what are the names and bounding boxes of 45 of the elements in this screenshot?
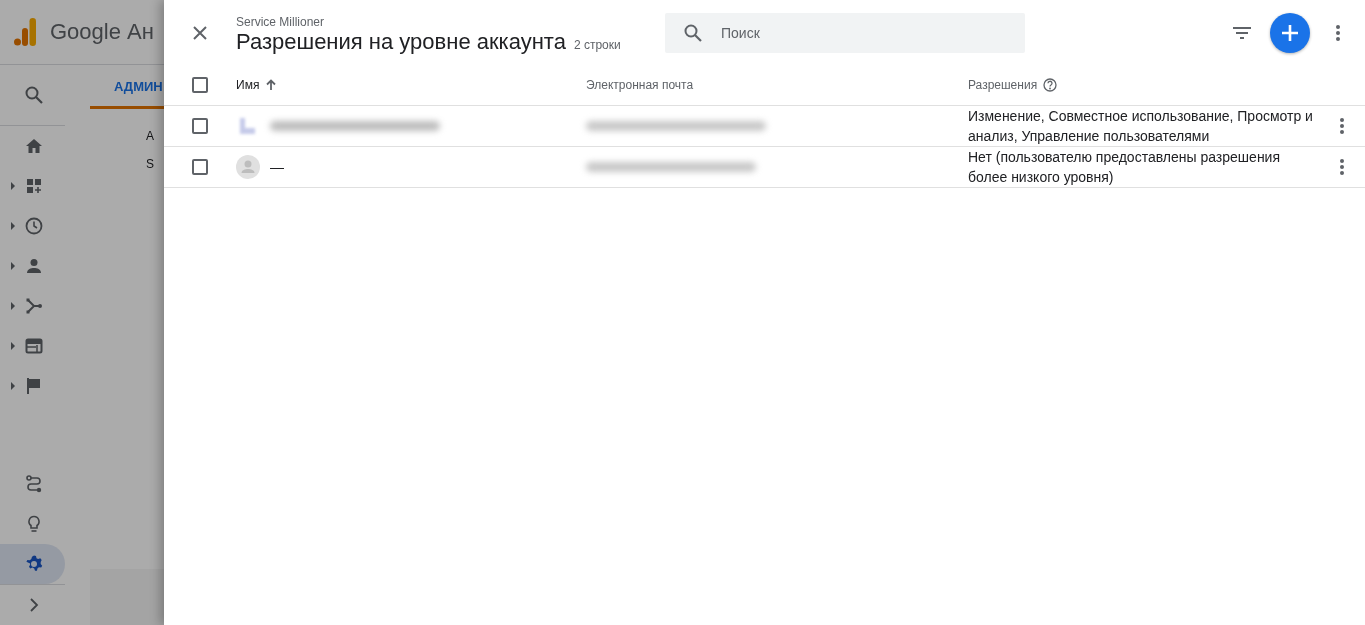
plus-icon	[1281, 23, 1299, 42]
column-header[interactable]: Разрешения	[968, 78, 1058, 92]
account-name: Service Millioner	[236, 14, 326, 29]
admin-tab[interactable]: АДМИН	[90, 65, 164, 109]
permissions-text: Изменение, Совместное использование, Просмотр и анализ, Управление пользователями	[968, 107, 1314, 146]
row-checkbox[interactable]	[192, 159, 208, 175]
expand-arrow-icon[interactable]	[11, 222, 15, 230]
clock-icon[interactable]	[24, 216, 44, 236]
row-checkbox[interactable]	[192, 118, 208, 134]
row-count: 2 строки	[573, 37, 621, 52]
avatar-icon	[236, 155, 260, 179]
expand-arrow-icon[interactable]	[11, 342, 15, 350]
expand-arrow-icon[interactable]	[11, 382, 15, 390]
more-icon	[1340, 118, 1344, 134]
person-icon[interactable]	[24, 256, 44, 276]
route-icon[interactable]	[24, 474, 44, 494]
search-icon	[683, 22, 703, 43]
selected-nav-item[interactable]	[0, 544, 65, 584]
search-icon[interactable]	[24, 85, 44, 105]
window-icon[interactable]	[24, 336, 44, 356]
help-icon[interactable]	[1043, 78, 1058, 92]
expand-arrow-icon[interactable]	[11, 262, 15, 270]
home-icon[interactable]	[24, 136, 44, 156]
product-name: Google Ан	[50, 19, 154, 45]
expand-arrow-icon[interactable]	[11, 302, 15, 310]
panel-title: Разрешения на уровне аккаунта	[236, 28, 566, 55]
filter-icon	[1233, 26, 1251, 39]
section-label: S	[146, 157, 155, 171]
search-field[interactable]: Поиск	[665, 12, 1025, 53]
close-icon	[193, 25, 207, 40]
add-button[interactable]	[1270, 12, 1310, 53]
column-header[interactable]: Электронная почта	[586, 78, 694, 92]
dashboard-icon[interactable]	[24, 176, 44, 196]
user-name: —	[270, 159, 284, 175]
column-header[interactable]: Имя	[236, 78, 278, 92]
settings-icon[interactable]	[24, 554, 44, 574]
select-all-checkbox[interactable]	[192, 77, 208, 93]
sort-arrow-icon[interactable]	[265, 79, 278, 91]
permissions-text: Нет (пользователю предоставлены разрешения более низкого уровня)	[968, 148, 1281, 187]
expand-arrow-icon[interactable]	[11, 182, 15, 190]
analytics-logo-icon	[14, 18, 36, 46]
more-icon	[1336, 24, 1340, 41]
section-label: А	[146, 129, 155, 143]
more-icon	[1340, 159, 1344, 175]
fork-icon[interactable]	[24, 296, 44, 316]
